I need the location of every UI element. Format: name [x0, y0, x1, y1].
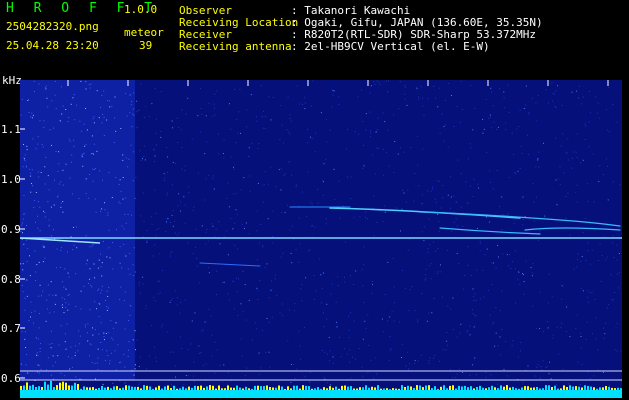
signal-level-bar	[20, 390, 622, 398]
freq-tick: 0.6	[1, 372, 21, 385]
spectrogram	[20, 80, 622, 398]
noise-burst-region	[20, 80, 135, 380]
freq-tick: 1.0	[1, 173, 21, 186]
file-name: 2504282320.png	[6, 20, 99, 33]
info-value-antenna: : 2el-HB9CV Vertical (el. E-W)	[291, 40, 490, 53]
date-time: 25.04.28 23:20	[6, 39, 99, 52]
freq-tick: 0.9	[1, 223, 21, 236]
app-version: 1.0.0	[124, 3, 158, 16]
freq-tick: 0.7	[1, 322, 21, 335]
header-panel: H R O F F T 1.0.0 2504282320.png 25.04.2…	[0, 0, 629, 78]
freq-tick: 0.8	[1, 273, 21, 286]
meteor-count: 39	[139, 39, 153, 52]
axis-unit: kHz	[2, 74, 22, 87]
info-label-antenna: Receiving antenna	[179, 40, 292, 53]
freq-tick: 1.1	[1, 123, 21, 136]
meteor-label: meteor	[124, 26, 164, 39]
